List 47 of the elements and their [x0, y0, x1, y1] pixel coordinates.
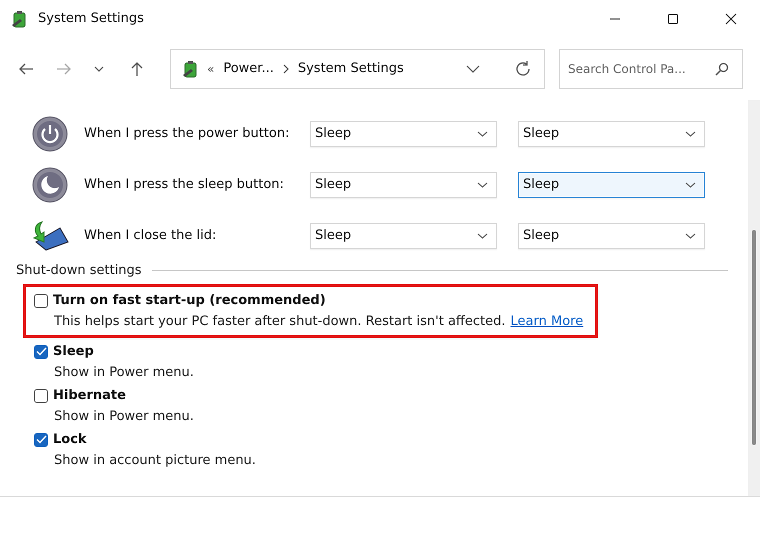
close-icon[interactable]	[725, 12, 737, 24]
dropdown[interactable]: Sleep	[518, 222, 705, 248]
back-arrow-icon[interactable]	[18, 62, 34, 76]
power-button-icon	[32, 116, 68, 152]
dropdown[interactable]: Sleep	[310, 120, 497, 146]
chevron-down-icon	[685, 130, 696, 136]
dropdown[interactable]: Sleep	[310, 172, 497, 198]
setting-label: When I close the lid:	[84, 228, 218, 243]
dropdown[interactable]: Sleep	[518, 172, 705, 198]
checkbox[interactable]	[34, 388, 48, 402]
breadcrumb-item[interactable]: Power...	[220, 61, 277, 76]
chevron-down-icon	[477, 130, 488, 136]
setting-label: When I press the power button:	[84, 126, 290, 141]
checkbox[interactable]	[34, 294, 48, 308]
option-description: Show in Power menu.	[54, 409, 194, 424]
chevron-down-icon[interactable]	[466, 64, 480, 72]
search-field[interactable]: Search Control Pa...	[559, 48, 743, 88]
chevron-down-icon	[685, 232, 696, 238]
checkbox-label[interactable]: Sleep	[53, 344, 94, 359]
checkbox[interactable]	[34, 344, 48, 358]
option-description: Show in account picture menu.	[54, 453, 256, 468]
checkbox-label[interactable]: Lock	[53, 432, 87, 447]
dropdown[interactable]: Sleep	[518, 120, 705, 146]
checkbox[interactable]	[34, 432, 48, 446]
checkbox-label[interactable]: Turn on fast start-up (recommended)	[53, 293, 326, 308]
breadcrumb-item[interactable]: System Settings	[294, 61, 407, 76]
dropdown[interactable]: Sleep	[310, 222, 497, 248]
chevron-down-icon[interactable]	[94, 66, 104, 72]
scrollbar[interactable]	[748, 100, 760, 496]
section-heading: Shut-down settings	[16, 263, 142, 278]
search-icon[interactable]	[715, 62, 729, 76]
checkbox-label[interactable]: Hibernate	[53, 388, 126, 403]
address-bar[interactable]: « Power... System Settings	[170, 48, 545, 88]
option-description: This helps start your PC faster after shut-down. Restart isn't affected.	[54, 314, 506, 329]
chevron-down-icon	[685, 182, 696, 188]
setting-label: When I press the sleep button:	[84, 177, 285, 192]
window-title: System Settings	[38, 11, 144, 26]
chevron-down-icon	[477, 182, 488, 188]
maximize-icon[interactable]	[667, 12, 679, 24]
refresh-icon[interactable]	[514, 60, 532, 78]
chevron-down-icon	[477, 232, 488, 238]
overflow-chevron[interactable]: «	[207, 62, 214, 76]
chevron-right-icon	[282, 64, 289, 74]
moon-button-icon	[32, 166, 68, 202]
option-description: Show in Power menu.	[54, 365, 194, 380]
up-arrow-icon[interactable]	[130, 60, 144, 76]
learn-more-link[interactable]: Learn More	[510, 314, 584, 329]
